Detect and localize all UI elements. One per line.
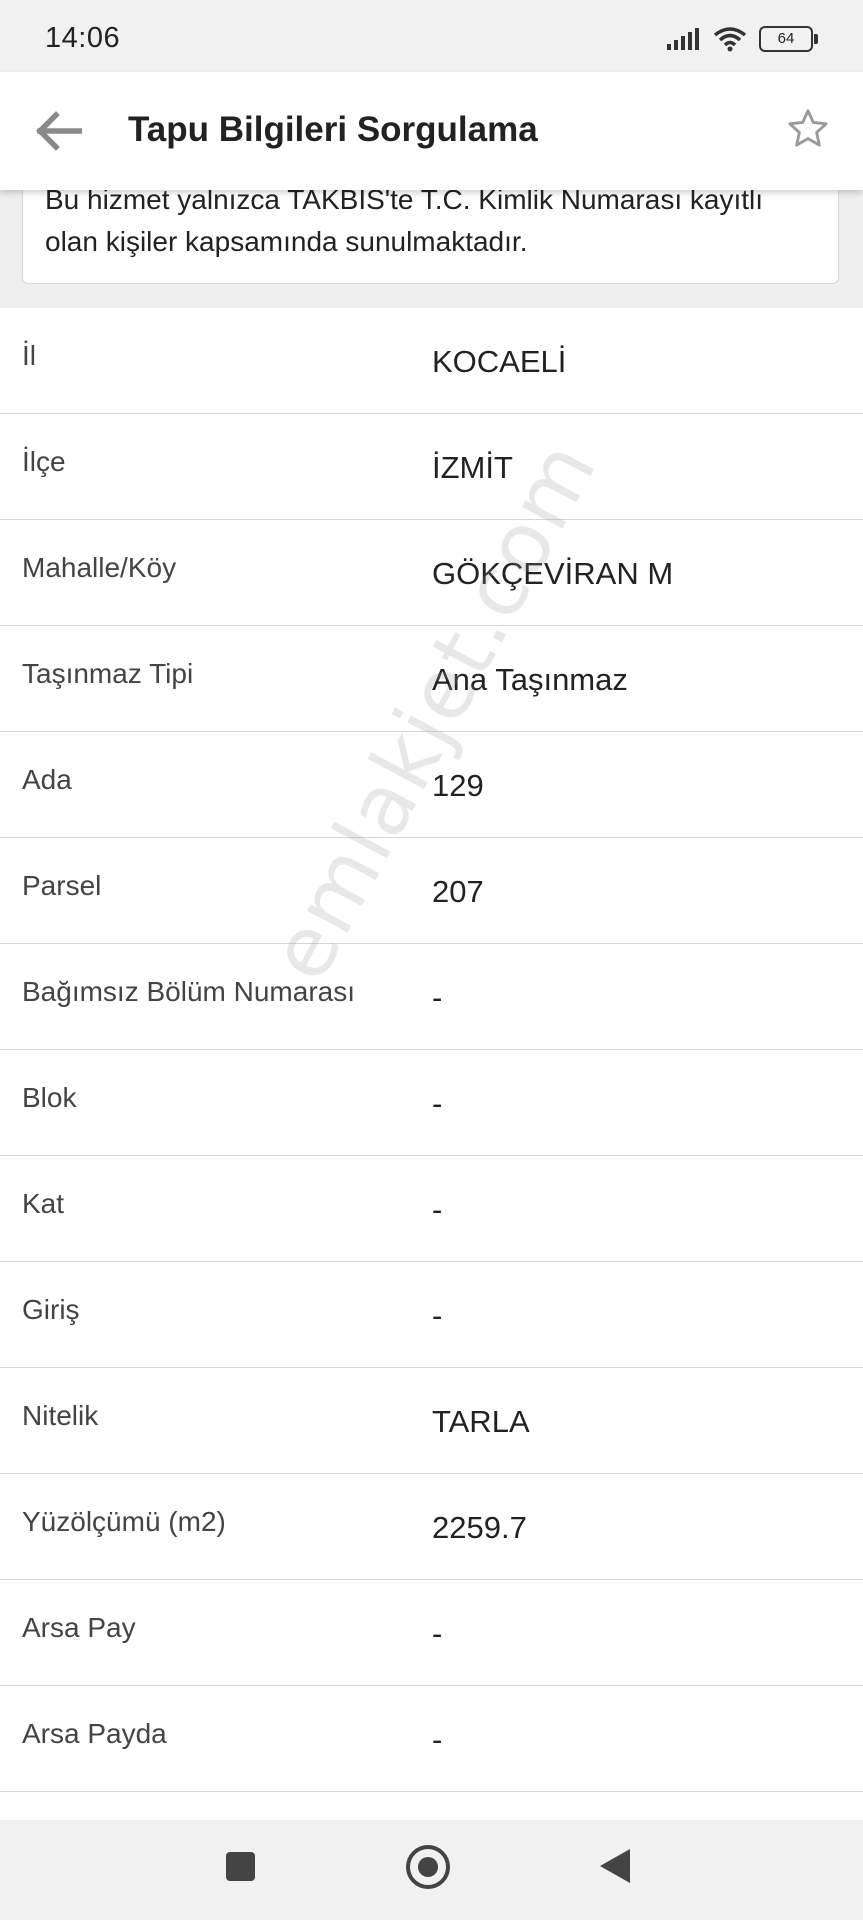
row-label: Taşınmaz Tipi bbox=[22, 658, 194, 689]
signal-icon bbox=[667, 28, 699, 50]
row-value: TARLA bbox=[432, 1404, 530, 1439]
table-row: Bağımsız Bölüm Numarası - bbox=[0, 944, 863, 1050]
row-value: KOCAELİ bbox=[432, 344, 567, 379]
row-value: İZMİT bbox=[432, 450, 513, 485]
row-value: 207 bbox=[432, 874, 484, 909]
row-label: Kat bbox=[22, 1188, 65, 1219]
row-label: Ada bbox=[22, 764, 72, 795]
wifi-icon bbox=[713, 27, 747, 52]
arrow-left-icon bbox=[36, 111, 82, 151]
row-label: Arsa Pay bbox=[22, 1612, 136, 1643]
notice-line-2: olan kişiler kapsamında sunulmaktadır. bbox=[45, 226, 528, 257]
back-button[interactable] bbox=[30, 106, 86, 156]
status-bar: 14:06 64 bbox=[0, 0, 863, 72]
table-row: Arsa Pay - bbox=[0, 1580, 863, 1686]
table-row: Nitelik TARLA bbox=[0, 1368, 863, 1474]
row-value: - bbox=[432, 1616, 443, 1651]
row-label: Giriş bbox=[22, 1294, 80, 1325]
back-triangle-icon[interactable] bbox=[600, 1849, 630, 1883]
row-value: - bbox=[432, 980, 443, 1015]
table-row: Ada 129 bbox=[0, 732, 863, 838]
status-time: 14:06 bbox=[45, 22, 121, 54]
row-value: - bbox=[432, 1298, 443, 1333]
row-label: İl bbox=[22, 340, 36, 371]
row-value: - bbox=[432, 1086, 443, 1121]
row-label: Yüzölçümü (m2) bbox=[22, 1506, 226, 1537]
row-value: - bbox=[432, 1722, 443, 1757]
table-row: Blok - bbox=[0, 1050, 863, 1156]
table-row: İlçe İZMİT bbox=[0, 414, 863, 520]
page-title: Tapu Bilgileri Sorgulama bbox=[128, 110, 538, 149]
row-value: 129 bbox=[432, 768, 484, 803]
row-value: Ana Taşınmaz bbox=[432, 662, 628, 697]
table-row: Arsa Payda - bbox=[0, 1686, 863, 1792]
row-label: Blok bbox=[22, 1082, 77, 1113]
favorite-button[interactable] bbox=[785, 106, 835, 156]
row-value: 2259.7 bbox=[432, 1510, 527, 1545]
app-bar: Tapu Bilgileri Sorgulama bbox=[0, 72, 863, 190]
table-row: Kat - bbox=[0, 1156, 863, 1262]
row-label: İlçe bbox=[22, 446, 66, 477]
table-row: Giriş - bbox=[0, 1262, 863, 1368]
row-value: - bbox=[432, 1192, 443, 1227]
table-row: Yüzölçümü (m2) 2259.7 bbox=[0, 1474, 863, 1580]
table-row: Parsel 207 bbox=[0, 838, 863, 944]
table-row: Taşınmaz Tipi Ana Taşınmaz bbox=[0, 626, 863, 732]
row-value: GÖKÇEVİRAN M bbox=[432, 556, 674, 591]
table-row: İl KOCAELİ bbox=[0, 308, 863, 414]
home-circle-icon[interactable] bbox=[406, 1845, 450, 1889]
row-label: Bağımsız Bölüm Numarası bbox=[22, 976, 355, 1007]
row-label: Mahalle/Köy bbox=[22, 552, 177, 583]
star-outline-icon bbox=[788, 109, 828, 147]
row-label: Nitelik bbox=[22, 1400, 99, 1431]
recents-square-icon[interactable] bbox=[226, 1852, 255, 1881]
battery-icon: 64 bbox=[759, 26, 818, 52]
navigation-bar bbox=[0, 1820, 863, 1920]
info-table: İl KOCAELİ İlçe İZMİT Mahalle/Köy GÖKÇEVİRA… bbox=[0, 308, 863, 1792]
row-label: Parsel bbox=[22, 870, 102, 901]
row-label: Arsa Payda bbox=[22, 1718, 167, 1749]
table-row: Mahalle/Köy GÖKÇEVİRAN M bbox=[0, 520, 863, 626]
status-icons: 64 bbox=[667, 22, 818, 56]
